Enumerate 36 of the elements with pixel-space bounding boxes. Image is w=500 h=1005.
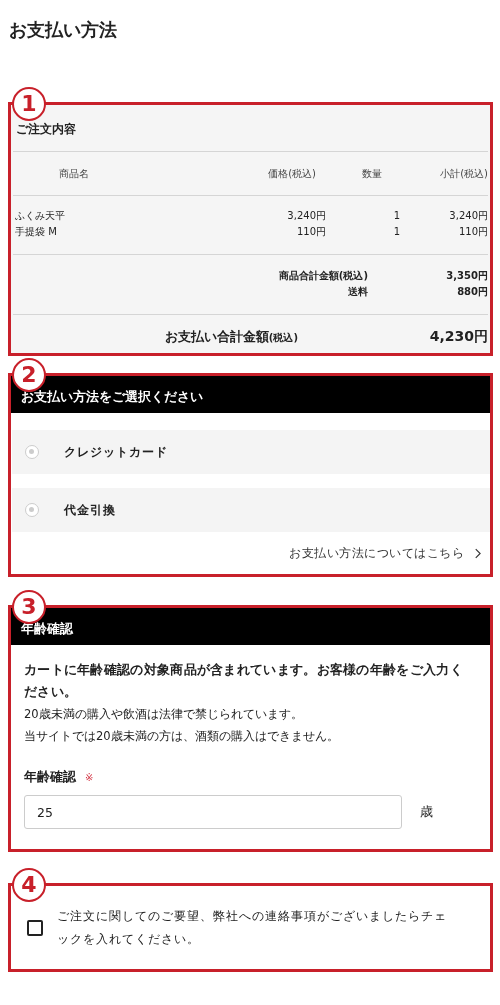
age-field[interactable]: 25 [24,795,402,829]
table-cell-text: 3,240円 [448,209,488,223]
annotation-badge: 1 [12,87,46,121]
radio-button[interactable] [25,503,39,517]
table-cell-text: 110円 [295,225,326,239]
table-cell-text: 手提袋 M [14,225,58,239]
grand-total-value: 4,230円 [428,328,488,346]
table-cell-text: ふくみ天平 [14,209,66,223]
payment-option[interactable]: クレジットカード [12,430,491,474]
note-text: 当サイトでは20歳未満の方は、酒類の購入はできません。 [24,728,340,745]
table-cell-text: 1 [392,225,400,239]
total-value: 880円 [456,285,488,299]
total-value: 3,350円 [445,269,488,283]
page-title: お支払い方法 [9,18,118,42]
total-label: 送料 [347,285,368,299]
column-header: 小計(税込) [439,166,488,181]
table-cell-text: 1 [392,209,400,223]
field-label: 年齢確認 [24,769,76,786]
grand-total-label: お支払い合計金額(税込) [163,328,299,346]
checkbox-label: ご注文に関してのご要望、弊社への連絡事項がございましたらチェックを入れてください。 [57,907,448,948]
annotation-badge: 4 [12,868,46,902]
chevron-icon [474,548,481,559]
payment-option[interactable]: 代金引換 [12,488,491,532]
table-cell-text: 110円 [457,225,488,239]
note-text: 20歳未満の購入や飲酒は法律で禁じられています。 [24,706,304,723]
total-label: 商品合計金額(税込) [277,269,368,283]
unit-label: 歳 [420,803,433,821]
info-link[interactable]: お支払い方法についてはこちら [289,546,464,561]
column-header: 数量 [361,166,383,181]
notice-text: カートに年齢確認の対象商品が含まれています。お客様の年齢をご入力ください。 [24,661,464,701]
radio-button[interactable] [25,445,39,459]
checkbox[interactable] [27,919,43,936]
table-cell-text: 3,240円 [286,209,326,223]
column-header: 商品名 [57,166,90,181]
required-mark: ※ [85,772,94,783]
column-header: 価格(税込) [267,166,317,181]
